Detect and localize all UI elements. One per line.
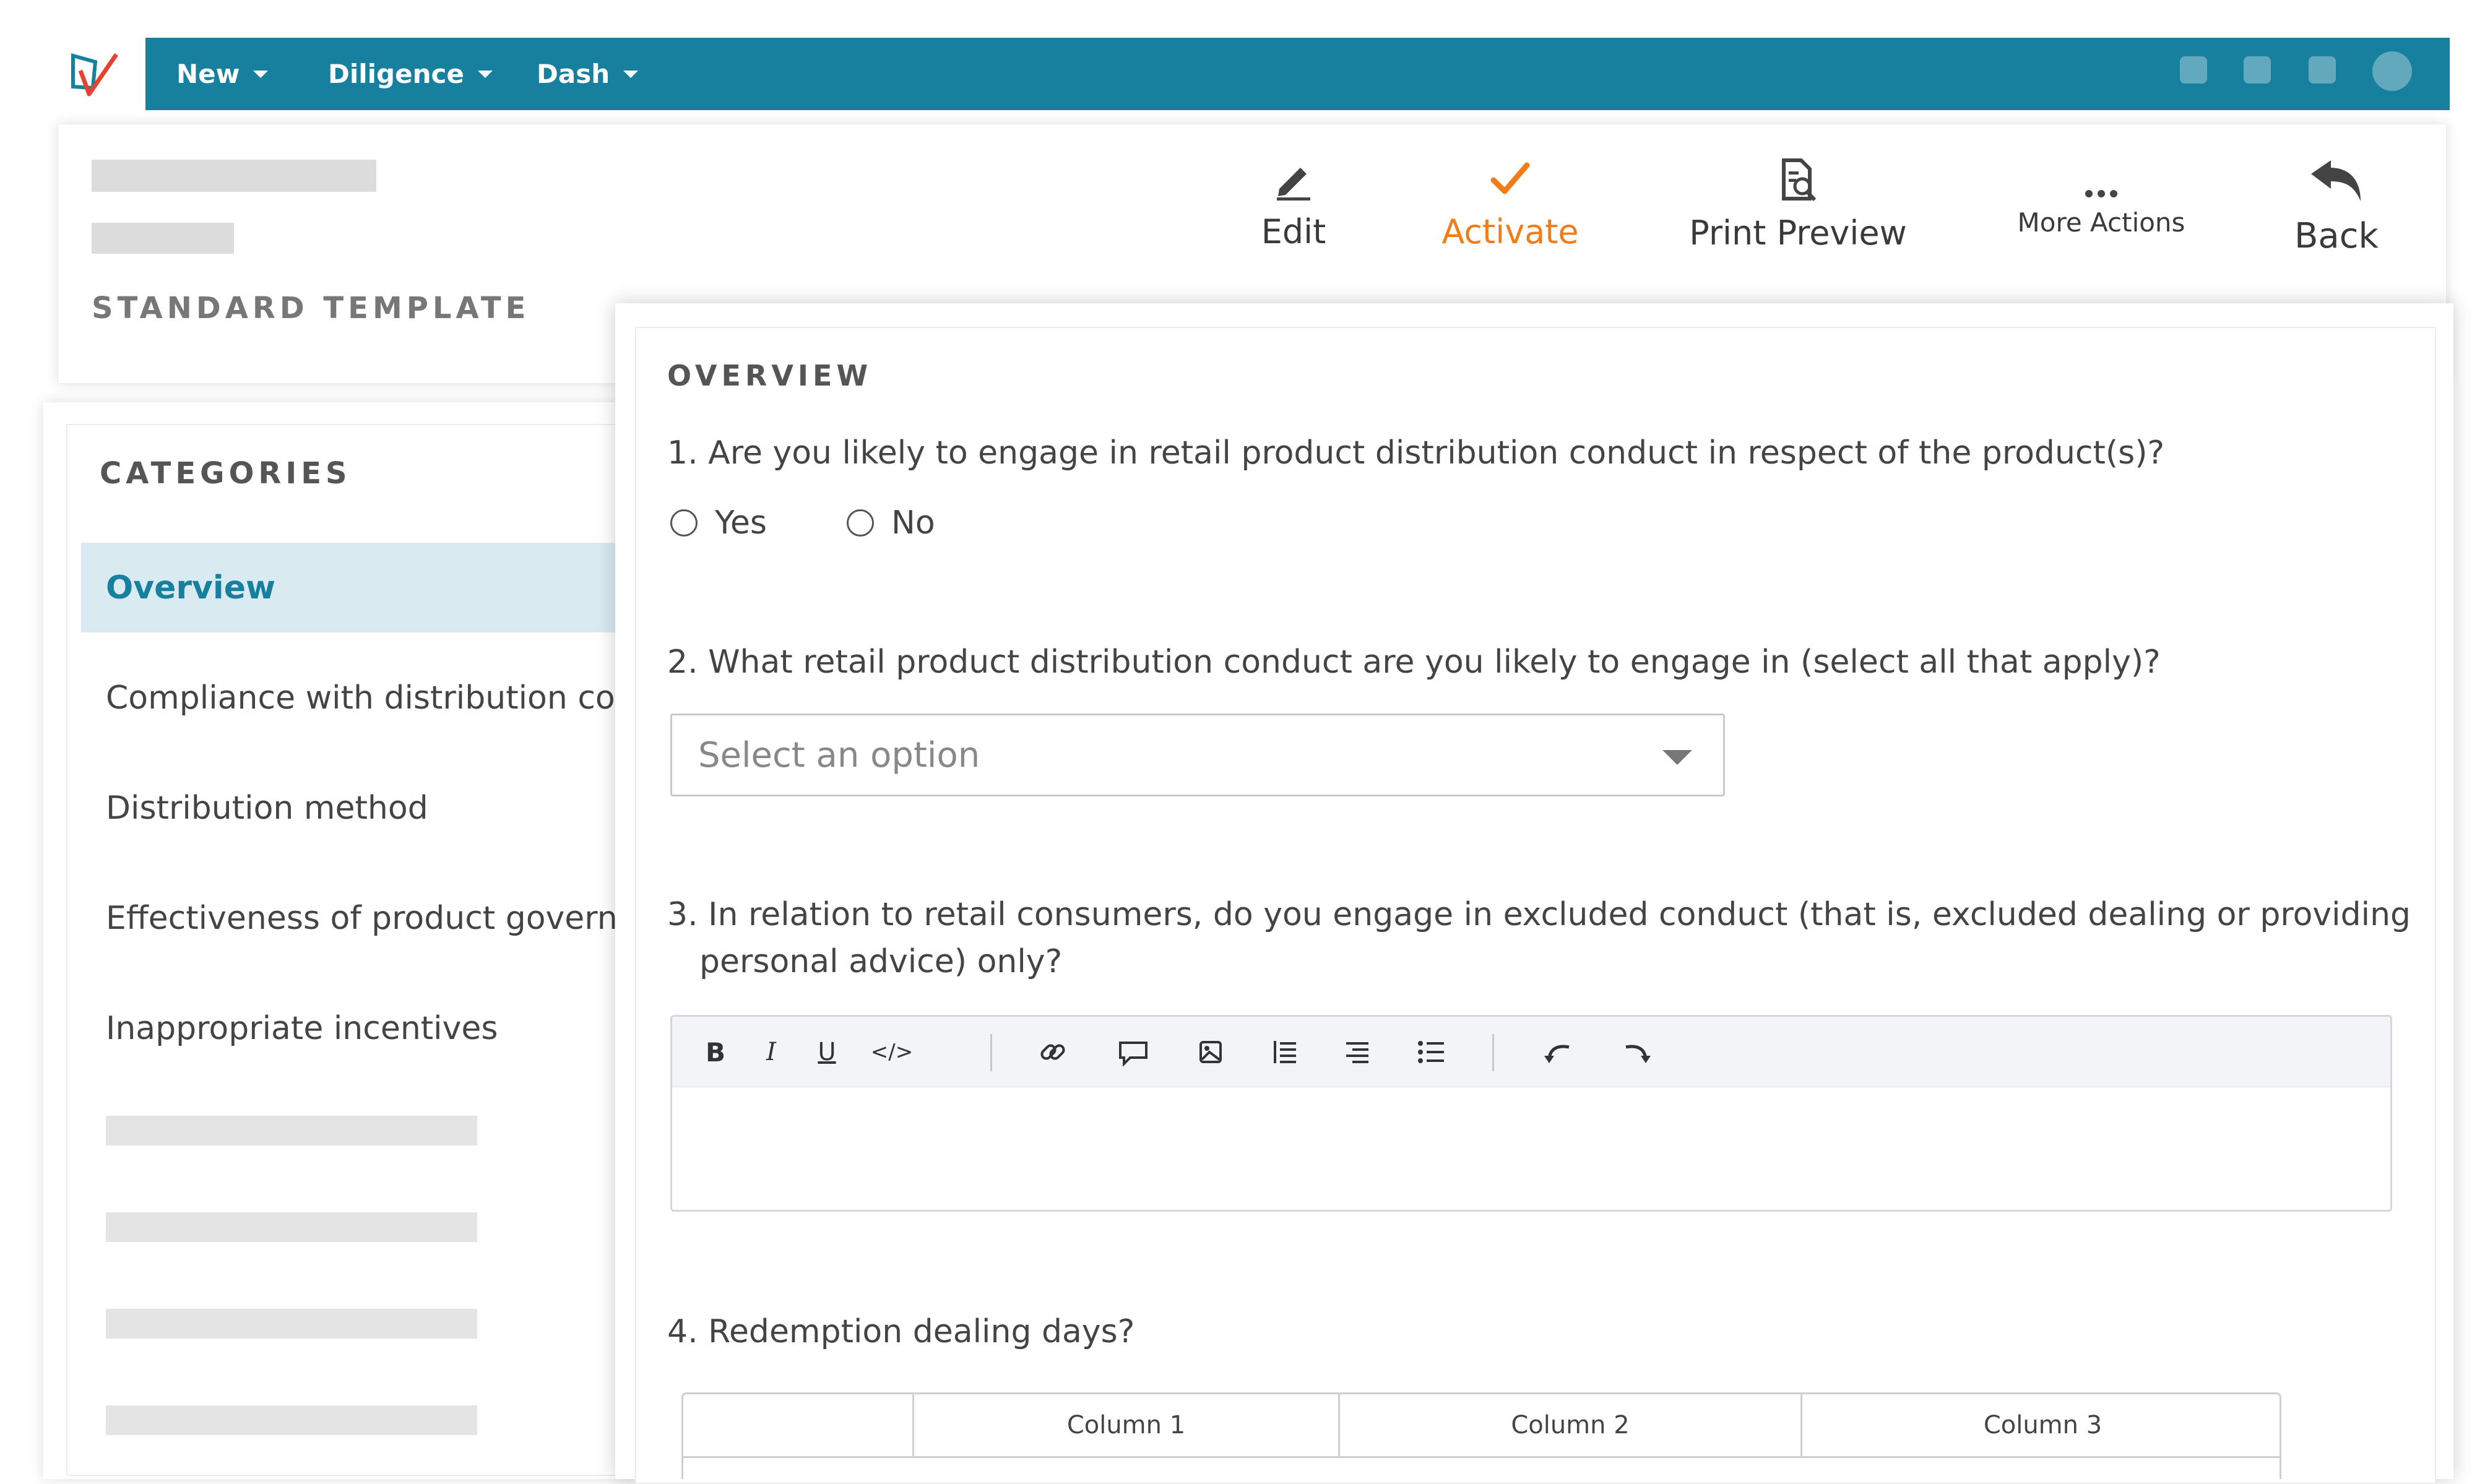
category-item-overview[interactable]: Overview <box>81 543 641 632</box>
category-item-product-governance[interactable]: Effectiveness of product governance <box>81 873 642 963</box>
radio-circle-icon <box>847 509 874 537</box>
back-label: Back <box>2294 216 2379 256</box>
redemption-days-table: Column 1 Column 2 Column 3 <box>681 1392 2281 1479</box>
question-4: 4. Redemption dealing days? <box>667 1313 1135 1350</box>
category-placeholder <box>106 1116 477 1145</box>
chevron-down-icon <box>253 70 269 78</box>
ordered-list-icon[interactable] <box>1263 1017 1307 1087</box>
category-item-compliance[interactable]: Compliance with distribution conduct <box>81 653 641 743</box>
top-nav-bar: New Diligence Dash <box>145 38 2450 110</box>
question-2: 2. What retail product distribution cond… <box>667 644 2161 681</box>
image-icon[interactable] <box>1189 1017 1232 1087</box>
more-actions-label: More Actions <box>2017 207 2185 238</box>
title-placeholder <box>92 160 376 192</box>
category-placeholder <box>106 1405 477 1435</box>
question-1: 1. Are you likely to engage in retail pr… <box>667 434 2165 472</box>
more-dots-icon <box>2085 190 2117 197</box>
back-button[interactable]: Back <box>2290 158 2383 256</box>
more-actions-button[interactable]: More Actions <box>2015 158 2188 238</box>
rich-text-editor: B I U </> <box>670 1015 2392 1212</box>
table-header-column-1: Column 1 <box>912 1394 1338 1456</box>
code-icon[interactable]: </> <box>864 1017 920 1087</box>
chevron-down-icon <box>623 70 639 78</box>
checkmark-icon <box>1490 162 1530 194</box>
radio-yes[interactable]: Yes <box>670 504 767 541</box>
editor-content-area[interactable] <box>672 1088 2390 1210</box>
nav-menu-diligence-label: Diligence <box>328 59 464 89</box>
nav-icon-2[interactable] <box>2244 56 2271 84</box>
nav-icon-3[interactable] <box>2309 56 2336 84</box>
back-arrow-icon <box>2311 160 2361 201</box>
radio-no-label: No <box>891 504 935 541</box>
radio-circle-icon <box>670 509 698 537</box>
category-placeholder <box>106 1309 477 1339</box>
categories-heading: CATEGORIES <box>100 456 352 491</box>
edit-button[interactable]: Edit <box>1256 158 1331 251</box>
edit-label: Edit <box>1261 212 1326 251</box>
underline-icon[interactable]: U <box>808 1017 845 1087</box>
align-right-icon[interactable] <box>1336 1017 1379 1087</box>
question-3-line-2: personal advice) only? <box>699 943 1063 980</box>
pencil-icon <box>1277 168 1310 201</box>
category-item-label: Overview <box>106 569 276 606</box>
category-item-label: Compliance with distribution conduct <box>106 679 641 717</box>
redo-icon[interactable] <box>1616 1017 1659 1087</box>
subtitle-placeholder <box>92 223 234 254</box>
chevron-down-icon <box>1662 750 1692 765</box>
nav-menu-dash[interactable]: Dash <box>537 38 639 110</box>
table-header-blank <box>683 1394 912 1456</box>
category-item-label: Effectiveness of product governance <box>106 899 642 937</box>
print-preview-label: Print Preview <box>1689 214 1907 252</box>
activate-button[interactable]: Activate <box>1439 158 1581 251</box>
undo-icon[interactable] <box>1536 1017 1579 1087</box>
table-header-column-2: Column 2 <box>1338 1394 1800 1456</box>
toolbar-divider <box>990 1034 992 1071</box>
print-preview-button[interactable]: Print Preview <box>1683 158 1912 252</box>
category-placeholder <box>106 1212 477 1242</box>
distribution-conduct-select[interactable]: Select an option <box>670 714 1725 796</box>
nav-menu-new[interactable]: New <box>176 38 269 110</box>
nav-menu-new-label: New <box>176 59 240 89</box>
radio-yes-label: Yes <box>715 504 767 541</box>
user-avatar[interactable] <box>2372 51 2412 91</box>
link-icon[interactable] <box>1031 1017 1074 1087</box>
nav-menu-diligence[interactable]: Diligence <box>328 38 493 110</box>
italic-icon[interactable]: I <box>753 1017 790 1087</box>
overview-heading: OVERVIEW <box>667 359 873 392</box>
nav-menu-dash-label: Dash <box>537 59 610 89</box>
bullet-list-icon[interactable] <box>1410 1017 1453 1087</box>
nav-icon-1[interactable] <box>2180 56 2207 84</box>
category-item-label: Distribution method <box>106 789 428 827</box>
bold-icon[interactable]: B <box>697 1017 734 1087</box>
category-item-inappropriate-incentives[interactable]: Inappropriate incentives <box>81 983 641 1073</box>
toolbar-divider <box>1492 1034 1494 1071</box>
activate-label: Activate <box>1441 212 1579 251</box>
table-row-divider <box>683 1456 2280 1458</box>
radio-no[interactable]: No <box>847 504 935 541</box>
question-3-line-1: 3. In relation to retail consumers, do y… <box>667 896 2411 933</box>
category-item-label: Inappropriate incentives <box>106 1009 498 1047</box>
app-logo[interactable] <box>46 37 145 111</box>
template-type-label: STANDARD TEMPLATE <box>92 291 530 326</box>
editor-toolbar: B I U </> <box>672 1017 2390 1087</box>
logo-icon <box>71 53 118 97</box>
chevron-down-icon <box>477 70 493 78</box>
categories-card: CATEGORIES Overview Compliance with dist… <box>66 424 642 1476</box>
table-header-column-3: Column 3 <box>1800 1394 2283 1456</box>
print-preview-icon <box>1782 158 1817 202</box>
category-item-distribution-method[interactable]: Distribution method <box>81 763 641 853</box>
comment-icon[interactable] <box>1112 1017 1155 1087</box>
select-placeholder: Select an option <box>698 735 980 775</box>
